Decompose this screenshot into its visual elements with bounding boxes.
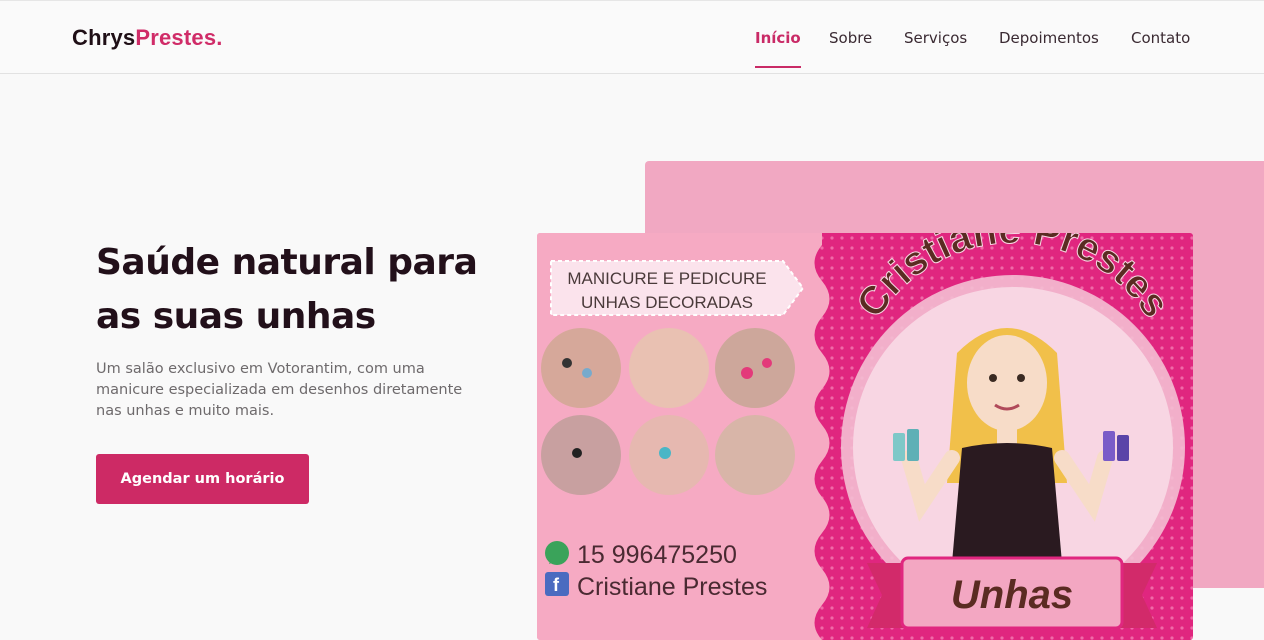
unhas-banner: Unhas <box>867 556 1157 630</box>
hero-title: Saúde natural para as suas unhas <box>96 242 478 337</box>
svg-text:MANICURE E PEDICURE: MANICURE E PEDICURE <box>567 269 766 288</box>
nav-link-inicio[interactable]: Início <box>755 29 801 68</box>
facebook-row: f Cristiane Prestes <box>545 572 767 601</box>
svg-text:15 996475250: 15 996475250 <box>577 541 737 569</box>
svg-text:f: f <box>553 575 560 595</box>
nav-link-depoimentos[interactable]: Depoimentos <box>999 29 1099 47</box>
nav-link-contato[interactable]: Contato <box>1131 29 1190 47</box>
whatsapp-icon <box>545 541 569 565</box>
svg-text:Unhas: Unhas <box>951 573 1073 617</box>
svg-text:Cristiane Prestes: Cristiane Prestes <box>577 573 767 601</box>
schedule-appointment-button[interactable]: Agendar um horário <box>96 454 309 504</box>
svg-text:UNHAS DECORADAS: UNHAS DECORADAS <box>581 293 753 312</box>
business-card-image: Cristiane Prestes Unhas MANIC <box>537 233 1193 640</box>
hero-subtitle: Um salão exclusivo em Votorantim, com um… <box>96 361 463 419</box>
main-nav: Início Sobre Serviços Depoimentos Contat… <box>0 29 1264 69</box>
nav-link-sobre[interactable]: Sobre <box>829 29 872 47</box>
nav-link-servicos[interactable]: Serviços <box>904 29 967 47</box>
services-ribbon: MANICURE E PEDICURE UNHAS DECORADAS <box>550 260 805 316</box>
site-header: ChrysPrestes. Início Sobre Serviços Depo… <box>0 0 1264 74</box>
